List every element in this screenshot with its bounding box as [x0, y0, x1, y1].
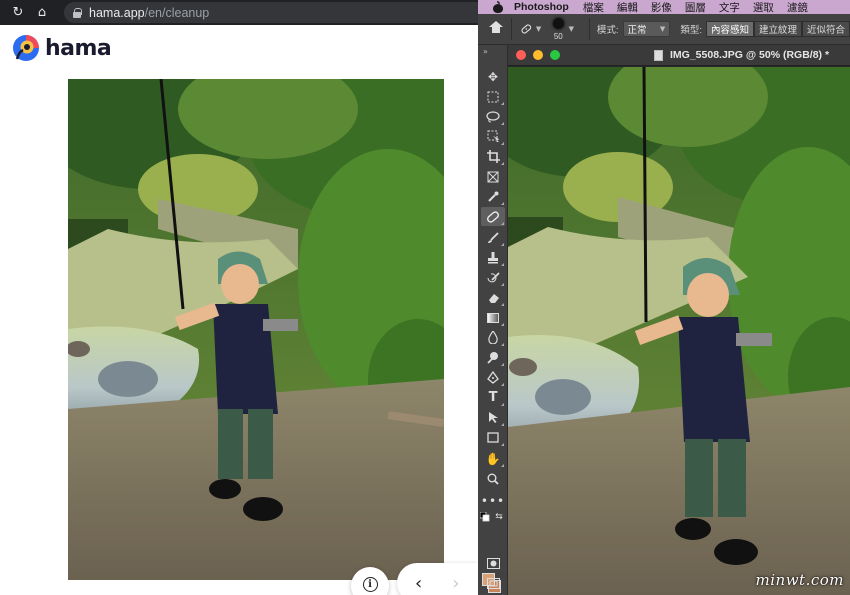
next-chevron-icon[interactable]: › — [452, 573, 459, 594]
screen-mode-icon[interactable] — [481, 574, 505, 593]
lasso-tool-icon[interactable] — [481, 107, 505, 126]
mode-select[interactable]: 正常 ▼ — [622, 21, 671, 37]
type-content-aware[interactable]: 內容感知 — [705, 21, 754, 37]
address-bar[interactable]: hama.app/en/cleanup — [64, 2, 478, 23]
watermark-text: minwt.com — [755, 571, 844, 589]
document-icon — [654, 49, 663, 61]
type-label: 類型: — [680, 25, 702, 36]
blur-tool-icon[interactable] — [481, 328, 505, 347]
zoom-tool-icon[interactable] — [481, 469, 505, 488]
lock-icon — [73, 7, 82, 18]
zoom-window-button[interactable] — [550, 50, 560, 60]
hama-wordmark: hama — [45, 35, 112, 61]
options-bar: ▼ 50 ▼ 模式: 正常 ▼ 類型: 內容感知 建立紋理 近似符合 — [478, 14, 850, 45]
dodge-tool-icon[interactable] — [481, 348, 505, 367]
chevron-down-icon: ▼ — [659, 25, 666, 33]
minimize-window-button[interactable] — [533, 50, 543, 60]
close-window-button[interactable] — [516, 50, 526, 60]
options-divider — [511, 18, 513, 40]
eraser-tool-icon[interactable] — [481, 288, 505, 307]
marquee-tool-icon[interactable] — [481, 87, 505, 106]
menu-layer[interactable]: 圖層 — [685, 0, 706, 15]
mac-menubar: Photoshop 檔案 編輯 影像 圖層 文字 選取 濾鏡 — [478, 0, 850, 14]
mode-label: 模式: — [596, 25, 619, 36]
menu-select[interactable]: 選取 — [753, 0, 774, 15]
frame-tool-icon[interactable] — [481, 167, 505, 186]
url-path: /en/cleanup — [144, 5, 210, 20]
type-create-texture[interactable]: 建立紋理 — [753, 21, 802, 37]
document-titlebar: IMG_5508.JPG @ 50% (RGB/8) * — [508, 45, 850, 66]
default-colors-icon[interactable] — [479, 511, 491, 523]
brush-tip-icon — [553, 18, 565, 29]
pen-tool-icon[interactable] — [481, 368, 505, 387]
tools-panel: » ✥ T ✋ ••• ⇆ — [478, 45, 508, 595]
eyedropper-tool-icon[interactable] — [481, 187, 505, 206]
cleaned-photo-canvas[interactable]: minwt.com — [508, 67, 850, 595]
more-tools-icon[interactable]: ••• — [481, 491, 505, 510]
brush-tool-icon[interactable] — [481, 228, 505, 247]
browser-window: ↻ ⌂ hama.app/en/cleanup hama i ‹ › — [0, 0, 478, 595]
brush-size-picker[interactable]: 50 — [545, 15, 566, 43]
hama-logo[interactable]: hama — [12, 34, 112, 62]
history-brush-tool-icon[interactable] — [481, 268, 505, 287]
url-host: hama.app — [89, 5, 145, 20]
browser-toolbar: ↻ ⌂ hama.app/en/cleanup — [0, 0, 478, 25]
move-tool-icon[interactable]: ✥ — [481, 67, 505, 86]
object-select-tool-icon[interactable] — [481, 127, 505, 146]
apple-icon[interactable] — [492, 1, 504, 13]
menu-edit[interactable]: 編輯 — [617, 0, 638, 15]
spot-healing-brush-icon — [521, 24, 532, 34]
options-divider — [589, 18, 590, 40]
type-proximity-match[interactable]: 近似符合 — [801, 21, 850, 37]
path-select-tool-icon[interactable] — [481, 408, 505, 427]
info-icon: i — [362, 577, 378, 592]
rectangle-tool-icon[interactable] — [481, 428, 505, 447]
document-window: IMG_5508.JPG @ 50% (RGB/8) * minwt.com — [508, 45, 850, 595]
home-icon — [489, 20, 504, 35]
menu-file[interactable]: 檔案 — [583, 0, 604, 15]
menu-image[interactable]: 影像 — [651, 0, 672, 15]
document-title: IMG_5508.JPG @ 50% (RGB/8) * — [670, 49, 830, 61]
quick-mask-icon[interactable] — [481, 554, 505, 573]
stamp-tool-icon[interactable] — [481, 248, 505, 267]
hama-logo-icon — [13, 35, 39, 61]
hand-tool-icon[interactable]: ✋ — [481, 449, 505, 468]
menu-type[interactable]: 文字 — [719, 0, 740, 15]
photoshop-window: Photoshop 檔案 編輯 影像 圖層 文字 選取 濾鏡 ▼ 50 ▼ 模式… — [478, 0, 850, 595]
home-icon[interactable]: ⌂ — [30, 0, 54, 25]
image-pager: ‹ › — [397, 563, 478, 595]
swap-colors-icon[interactable]: ⇆ — [493, 511, 505, 523]
crop-tool-icon[interactable] — [481, 147, 505, 166]
menu-app-name[interactable]: Photoshop — [514, 1, 569, 13]
home-button[interactable] — [488, 14, 504, 45]
mode-value: 正常 — [627, 25, 647, 36]
original-photo — [68, 79, 444, 580]
tool-preset-picker[interactable]: ▼ — [519, 18, 541, 40]
brush-size-value: 50 — [553, 32, 563, 41]
reload-icon[interactable]: ↻ — [6, 0, 30, 25]
chevron-down-icon: ▼ — [535, 25, 542, 33]
collapse-panel-icon[interactable]: » — [483, 47, 488, 56]
gradient-tool-icon[interactable] — [481, 308, 505, 327]
prev-chevron-icon[interactable]: ‹ — [415, 573, 422, 594]
menu-filter[interactable]: 濾鏡 — [787, 0, 808, 15]
spot-healing-tool-icon[interactable] — [481, 207, 505, 226]
screen: ↻ ⌂ hama.app/en/cleanup hama i ‹ › Photo… — [0, 0, 850, 595]
type-tool-icon[interactable]: T — [481, 388, 505, 407]
